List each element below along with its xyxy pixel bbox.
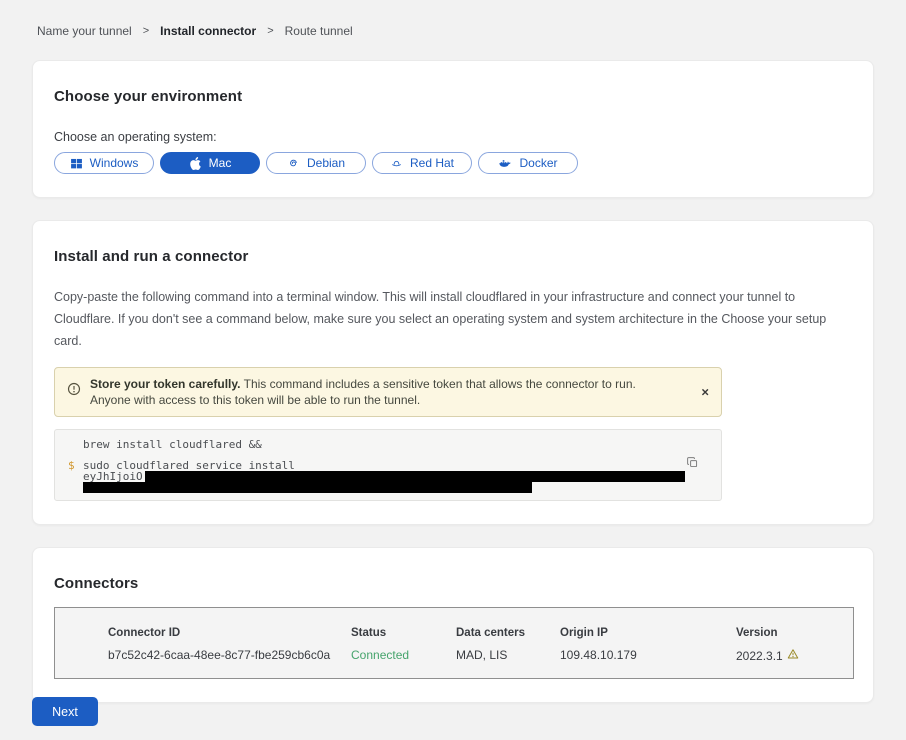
breadcrumb-step-name-tunnel[interactable]: Name your tunnel [37, 24, 132, 38]
column-header-version: Version [736, 627, 853, 639]
connectors-card: Connectors Connector ID Status Data cent… [32, 547, 874, 703]
close-icon[interactable]: × [701, 386, 709, 399]
column-header-data-centers: Data centers [456, 627, 560, 639]
connectors-table: Connector ID Status Data centers Origin … [54, 607, 854, 679]
windows-icon [70, 157, 83, 170]
choose-environment-card: Choose your environment Choose an operat… [32, 60, 874, 198]
os-button-docker[interactable]: Docker [478, 152, 578, 174]
install-description: Copy-paste the following command into a … [54, 286, 852, 352]
os-button-group: Windows Mac Debian [54, 152, 852, 174]
version-number: 2022.3.1 [736, 649, 783, 663]
install-command-code-block: brew install cloudflared && $ sudo cloud… [54, 429, 722, 501]
os-button-label: Red Hat [410, 156, 454, 170]
os-button-label: Docker [519, 156, 557, 170]
os-button-label: Windows [90, 156, 139, 170]
table-row: b7c52c42-6caa-48ee-8c77-fbe259cb6c0a Con… [108, 648, 853, 663]
os-button-redhat[interactable]: Red Hat [372, 152, 472, 174]
next-button[interactable]: Next [32, 697, 98, 726]
install-connector-card: Install and run a connector Copy-paste t… [32, 220, 874, 525]
version-warning-icon[interactable] [787, 648, 799, 663]
os-button-mac[interactable]: Mac [160, 152, 260, 174]
shell-prompt: $ [68, 460, 75, 471]
data-centers-value: MAD, LIS [456, 648, 560, 663]
os-button-debian[interactable]: Debian [266, 152, 366, 174]
token-warning-title: Store your token carefully. [90, 377, 241, 391]
debian-icon [287, 157, 300, 170]
token-warning-banner: Store your token carefully. This command… [54, 367, 722, 417]
table-header-row: Connector ID Status Data centers Origin … [108, 627, 853, 639]
code-line-sudo: sudo cloudflared service install [83, 460, 721, 471]
card-title: Connectors [54, 575, 852, 592]
docker-icon [498, 157, 512, 170]
redhat-icon [390, 157, 403, 170]
column-header-status: Status [351, 627, 456, 639]
redacted-token-bar-2 [83, 482, 532, 493]
column-header-origin-ip: Origin IP [560, 627, 736, 639]
os-button-label: Mac [209, 156, 232, 170]
apple-icon [189, 157, 202, 170]
copy-icon[interactable] [686, 456, 699, 469]
column-header-connector-id: Connector ID [108, 627, 351, 639]
breadcrumb-separator: > [267, 25, 273, 37]
os-button-label: Debian [307, 156, 345, 170]
breadcrumb-step-route-tunnel[interactable]: Route tunnel [285, 24, 353, 38]
code-line-token-2 [83, 482, 721, 493]
os-select-label: Choose an operating system: [54, 130, 852, 144]
code-line-token: eyJhIjoiO [83, 471, 721, 482]
card-title: Choose your environment [54, 88, 852, 105]
breadcrumb-separator: > [143, 25, 149, 37]
code-command: $ sudo cloudflared service install eyJhI… [83, 460, 721, 493]
card-title: Install and run a connector [54, 248, 852, 265]
status-badge: Connected [351, 648, 456, 663]
code-line-brew: brew install cloudflared && [83, 439, 721, 450]
connector-id-value: b7c52c42-6caa-48ee-8c77-fbe259cb6c0a [108, 648, 351, 663]
redacted-token-bar [145, 471, 685, 482]
version-value: 2022.3.1 [736, 648, 853, 663]
breadcrumb: Name your tunnel > Install connector > R… [0, 0, 906, 38]
os-button-windows[interactable]: Windows [54, 152, 154, 174]
origin-ip-value: 109.48.10.179 [560, 648, 736, 663]
token-warning-text: Store your token carefully. This command… [90, 376, 707, 408]
breadcrumb-step-install-connector[interactable]: Install connector [160, 24, 256, 38]
tunnel-setup-page: Name your tunnel > Install connector > R… [0, 0, 906, 740]
info-circle-icon [67, 382, 81, 396]
